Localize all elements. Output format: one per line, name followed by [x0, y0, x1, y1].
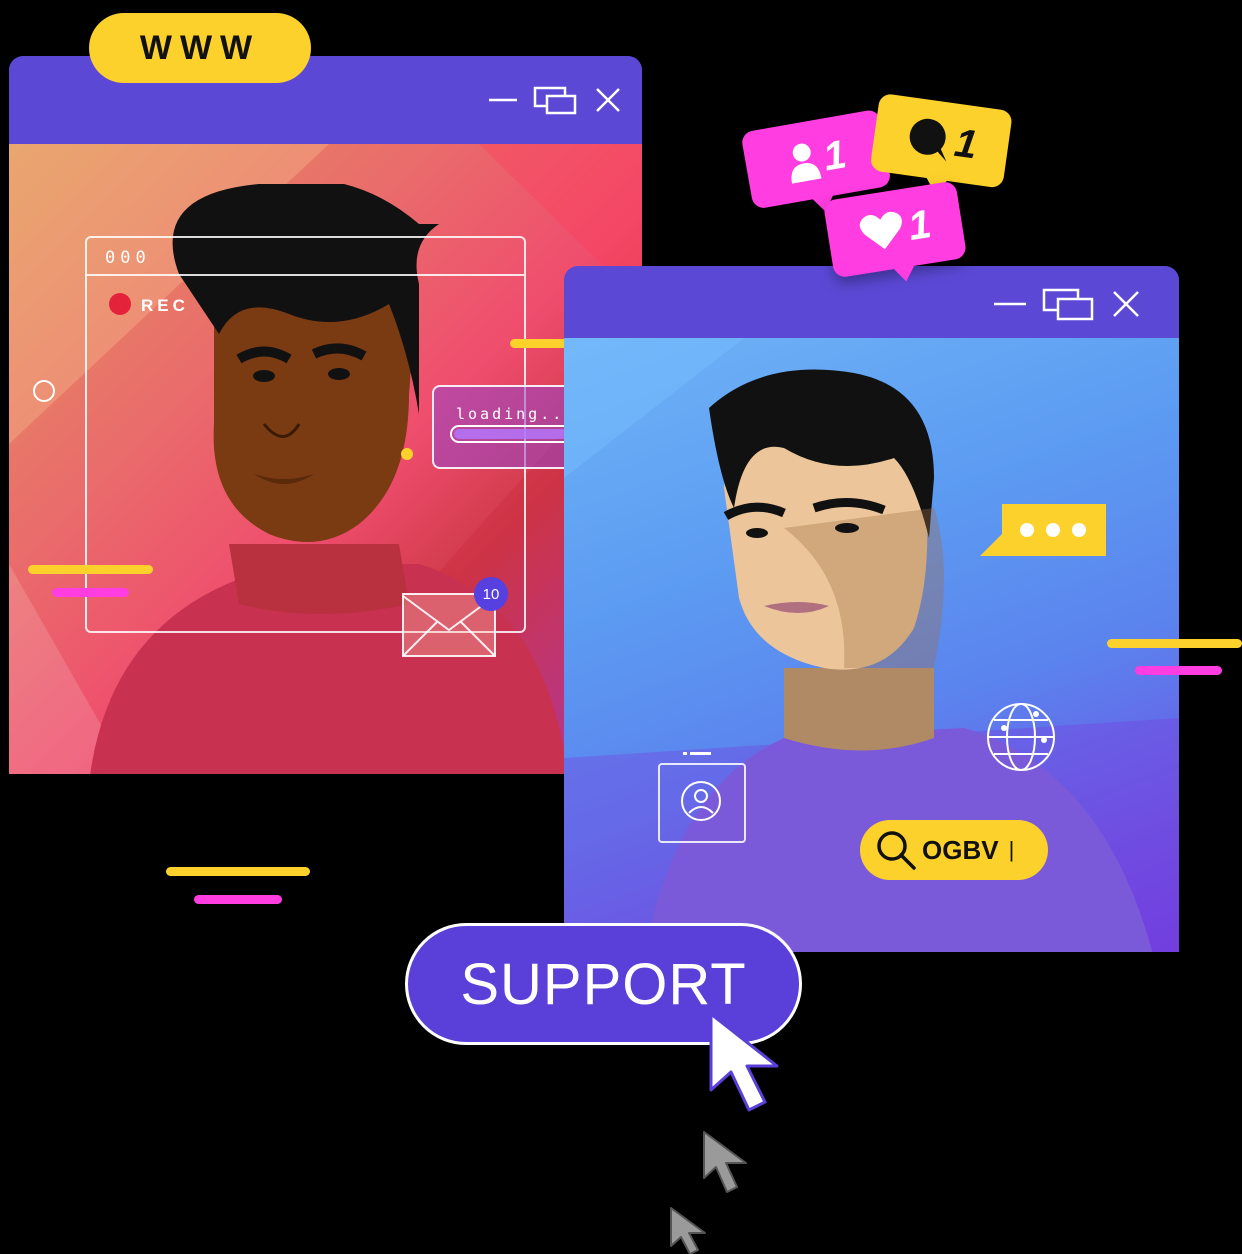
- minimize-icon[interactable]: [992, 288, 1028, 320]
- loading-label: loading...: [456, 405, 577, 423]
- comment-icon: [909, 118, 947, 162]
- text-caret: |: [1008, 837, 1015, 862]
- loading-progress-fill: [454, 429, 567, 439]
- heart-icon: [859, 211, 902, 250]
- notification-count: 1: [819, 131, 850, 179]
- cursor-icon: [703, 1131, 747, 1193]
- bubble-tail: [980, 532, 1004, 556]
- accent-line: [28, 565, 153, 574]
- notification-count: 1: [952, 120, 981, 168]
- recorder-divider: [87, 274, 524, 276]
- user-icon: [681, 781, 721, 821]
- close-icon[interactable]: [1110, 288, 1142, 320]
- typing-bubble: [980, 504, 1106, 556]
- restore-icon[interactable]: [1042, 286, 1096, 322]
- accent-line: [1107, 639, 1242, 648]
- record-label: REC: [141, 296, 189, 315]
- dot-icon: [1020, 523, 1034, 537]
- record-dot-icon: [109, 293, 131, 315]
- accent-line: [166, 867, 310, 876]
- circle-marker: [33, 380, 55, 402]
- dot-icon: [1072, 523, 1086, 537]
- cursor-icon: [670, 1207, 706, 1254]
- accent-line: [52, 588, 129, 597]
- accent-line: [1135, 666, 1222, 675]
- dot-icon: [1046, 523, 1060, 537]
- user-icon: [791, 143, 822, 184]
- mail-badge: 10: [474, 577, 508, 611]
- search-pill[interactable]: OGBV |: [860, 820, 1048, 880]
- globe-icon: [987, 703, 1055, 771]
- address-pill: WWW: [89, 13, 311, 83]
- search-icon: [877, 831, 916, 870]
- accent-line: [194, 895, 282, 904]
- search-query: OGBV: [922, 834, 999, 865]
- notification-likes[interactable]: 1: [822, 180, 976, 304]
- restore-icon[interactable]: [533, 84, 579, 116]
- accent-line: [510, 339, 570, 348]
- notification-count: 1: [905, 201, 935, 249]
- minimize-icon[interactable]: [487, 84, 519, 116]
- recorder-dots: 000: [105, 248, 151, 268]
- close-icon[interactable]: [593, 85, 623, 115]
- profile-card: [658, 763, 746, 843]
- cursor-icon: [709, 1012, 779, 1112]
- profile-card-header: [683, 752, 711, 755]
